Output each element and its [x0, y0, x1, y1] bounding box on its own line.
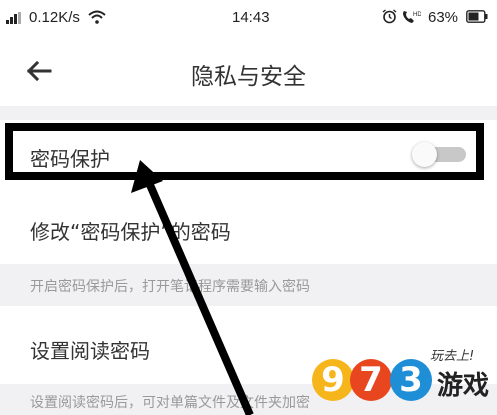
password-protect-toggle[interactable] — [412, 142, 468, 167]
toggle-knob — [412, 142, 437, 167]
hd-call-icon: HD — [403, 11, 421, 23]
network-speed: 0.12K/s — [29, 9, 80, 26]
battery-icon — [466, 10, 488, 23]
password-protect-hint: 开启密码保护后，打开笔记程序需要输入密码 — [0, 264, 497, 306]
status-bar: 0.12K/s 14:43 HD 63% — [0, 0, 497, 36]
watermark-logo: 9 7 3 玩去上! 游戏 — [300, 345, 497, 415]
change-password-row[interactable]: 修改“密码保护”的密码 — [0, 194, 497, 264]
watermark-digit: 9 — [312, 359, 354, 401]
signal-icon — [6, 12, 21, 24]
svg-text:HD: HD — [413, 12, 421, 18]
watermark-digit: 7 — [350, 359, 392, 401]
wifi-icon — [88, 10, 106, 24]
watermark-script: 玩去上! — [430, 349, 475, 364]
watermark-digit: 3 — [390, 359, 432, 401]
watermark-text: 游戏 — [437, 371, 490, 401]
battery-percent: 63% — [428, 9, 459, 26]
alarm-icon — [382, 9, 397, 24]
password-protect-label: 密码保护 — [30, 147, 110, 171]
header: 隐私与安全 — [0, 36, 497, 106]
hint-text: 设置阅读密码后，可对单篇文件及文件夹加密 — [30, 395, 310, 411]
reading-password-label: 设置阅读密码 — [30, 339, 150, 363]
section-separator — [0, 106, 497, 120]
clock: 14:43 — [232, 9, 270, 26]
page-title: 隐私与安全 — [191, 64, 306, 90]
change-password-label: 修改“密码保护”的密码 — [30, 220, 231, 244]
hint-text: 开启密码保护后，打开笔记程序需要输入密码 — [30, 279, 310, 295]
